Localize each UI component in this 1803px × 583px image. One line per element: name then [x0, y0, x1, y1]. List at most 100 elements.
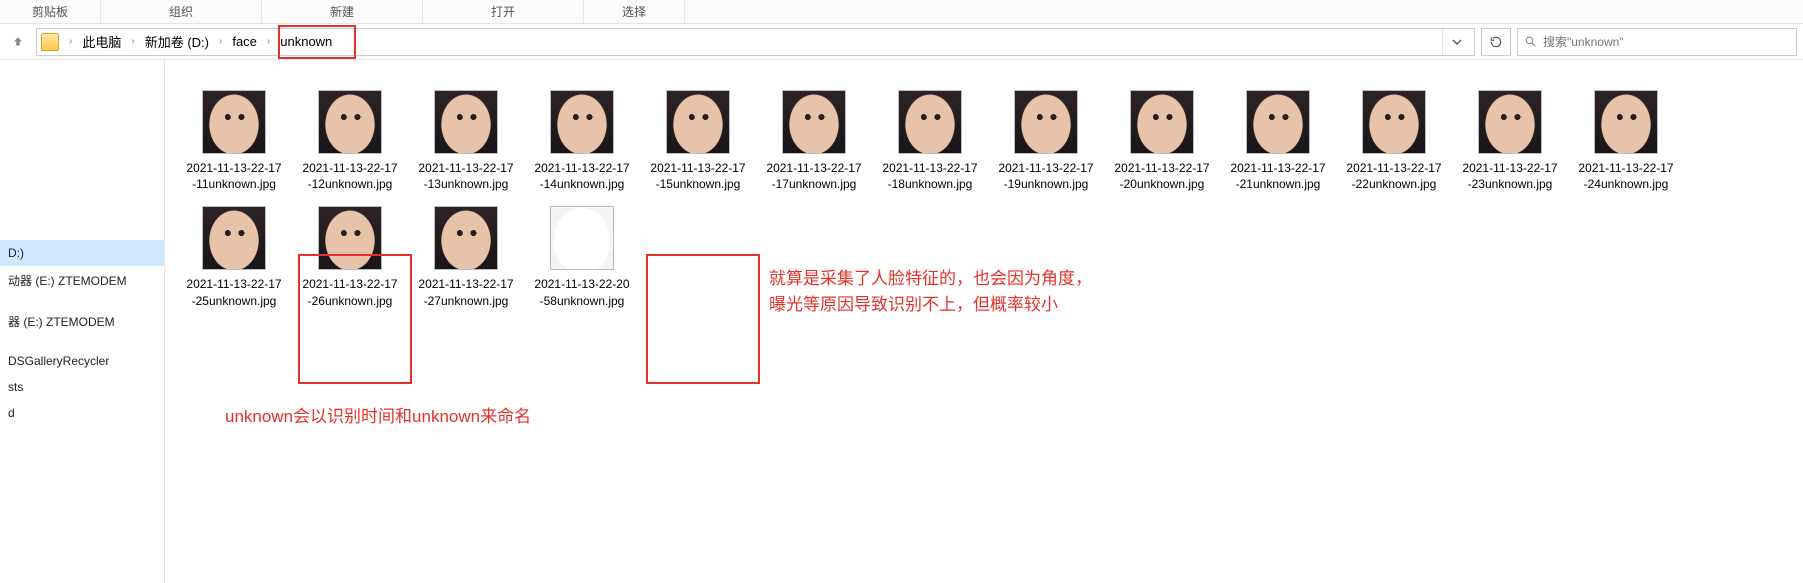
- chevron-down-icon: [1452, 37, 1462, 47]
- file-item[interactable]: 2021-11-13-22-17-19unknown.jpg: [997, 90, 1095, 192]
- sidebar-item[interactable]: [0, 295, 164, 307]
- file-name: 2021-11-13-22-17-12unknown.jpg: [301, 160, 399, 192]
- file-item[interactable]: 2021-11-13-22-17-14unknown.jpg: [533, 90, 631, 192]
- sidebar-item[interactable]: 动器 (E:) ZTEMODEM: [0, 266, 164, 295]
- search-icon: [1524, 35, 1537, 48]
- face-image-icon: [1595, 91, 1657, 153]
- divider: [684, 0, 685, 23]
- breadcrumb-dropdown[interactable]: [1442, 29, 1470, 55]
- file-item[interactable]: 2021-11-13-22-17-13unknown.jpg: [417, 90, 515, 192]
- breadcrumb-item[interactable]: 此电脑: [78, 30, 125, 53]
- file-item[interactable]: 2021-11-13-22-17-17unknown.jpg: [765, 90, 863, 192]
- sidebar[interactable]: D:)动器 (E:) ZTEMODEM 器 (E:) ZTEMODEM DSGall…: [0, 60, 165, 583]
- face-image-icon: [1363, 91, 1425, 153]
- file-thumbnail: [1246, 90, 1310, 154]
- file-item[interactable]: 2021-11-13-22-17-15unknown.jpg: [649, 90, 747, 192]
- file-item[interactable]: 2021-11-13-22-17-24unknown.jpg: [1577, 90, 1675, 192]
- ribbon-tab-new[interactable]: 新建: [262, 0, 422, 23]
- file-thumbnail: [434, 206, 498, 270]
- ribbon-tab-select[interactable]: 选择: [584, 0, 684, 23]
- search-box[interactable]: [1517, 28, 1797, 56]
- face-image-icon: [899, 91, 961, 153]
- sidebar-item[interactable]: sts: [0, 374, 164, 400]
- arrow-up-icon: [11, 35, 25, 49]
- face-image-icon: [319, 91, 381, 153]
- face-image-icon: [319, 207, 381, 269]
- file-thumbnail: [550, 206, 614, 270]
- chevron-right-icon[interactable]: ›: [215, 36, 226, 47]
- annotation-text: 就算是采集了人脸特征的，也会因为角度，: [769, 266, 1092, 292]
- file-thumbnail: [434, 90, 498, 154]
- file-item[interactable]: 2021-11-13-22-17-22unknown.jpg: [1345, 90, 1443, 192]
- file-name: 2021-11-13-22-17-15unknown.jpg: [649, 160, 747, 192]
- file-thumbnail: [1130, 90, 1194, 154]
- file-name: 2021-11-13-22-17-21unknown.jpg: [1229, 160, 1327, 192]
- file-thumbnail: [202, 206, 266, 270]
- sidebar-item[interactable]: D:): [0, 240, 164, 266]
- file-item[interactable]: 2021-11-13-22-17-26unknown.jpg: [301, 206, 399, 308]
- chevron-right-icon[interactable]: ›: [65, 36, 76, 47]
- ribbon-tab-clipboard[interactable]: 剪贴板: [0, 0, 100, 23]
- face-image-icon: [551, 91, 613, 153]
- file-item[interactable]: 2021-11-13-22-17-25unknown.jpg: [185, 206, 283, 308]
- sidebar-item[interactable]: DSGalleryRecycler: [0, 348, 164, 374]
- file-name: 2021-11-13-22-17-17unknown.jpg: [765, 160, 863, 192]
- file-item[interactable]: 2021-11-13-22-17-18unknown.jpg: [881, 90, 979, 192]
- file-item[interactable]: 2021-11-13-22-17-20unknown.jpg: [1113, 90, 1211, 192]
- breadcrumb[interactable]: › 此电脑 › 新加卷 (D:) › face › unknown: [36, 28, 1475, 56]
- file-grid-area[interactable]: 2021-11-13-22-17-11unknown.jpg 2021-11-13…: [165, 60, 1803, 583]
- file-name: 2021-11-13-22-17-22unknown.jpg: [1345, 160, 1443, 192]
- up-button[interactable]: [6, 29, 30, 55]
- file-name: 2021-11-13-22-17-11unknown.jpg: [185, 160, 283, 192]
- ribbon-tab-open[interactable]: 打开: [423, 0, 583, 23]
- sidebar-item[interactable]: d: [0, 400, 164, 426]
- address-row: › 此电脑 › 新加卷 (D:) › face › unknown: [0, 24, 1803, 60]
- file-thumbnail: [782, 90, 846, 154]
- file-name: 2021-11-13-22-17-25unknown.jpg: [185, 276, 283, 308]
- breadcrumb-item[interactable]: face: [228, 32, 261, 51]
- file-thumbnail: [318, 90, 382, 154]
- file-item[interactable]: 2021-11-13-22-17-11unknown.jpg: [185, 90, 283, 192]
- refresh-icon: [1489, 35, 1503, 49]
- face-image-icon: [551, 207, 613, 269]
- folder-icon: [41, 33, 59, 51]
- ribbon-tabs: 剪贴板 组织 新建 打开 选择: [0, 0, 1803, 24]
- sidebar-item[interactable]: [0, 336, 164, 348]
- file-thumbnail: [318, 206, 382, 270]
- file-item[interactable]: 2021-11-13-22-17-21unknown.jpg: [1229, 90, 1327, 192]
- file-name: 2021-11-13-22-17-13unknown.jpg: [417, 160, 515, 192]
- chevron-right-icon[interactable]: ›: [127, 36, 138, 47]
- search-input[interactable]: [1543, 35, 1790, 49]
- chevron-right-icon[interactable]: ›: [263, 36, 274, 47]
- face-image-icon: [1015, 91, 1077, 153]
- file-thumbnail: [1594, 90, 1658, 154]
- file-item[interactable]: 2021-11-13-22-17-12unknown.jpg: [301, 90, 399, 192]
- face-image-icon: [435, 207, 497, 269]
- file-name: 2021-11-13-22-17-19unknown.jpg: [997, 160, 1095, 192]
- file-thumbnail: [898, 90, 962, 154]
- annotation-text: unknown会以识别时间和unknown来命名: [225, 404, 531, 430]
- file-thumbnail: [550, 90, 614, 154]
- file-name: 2021-11-13-22-17-23unknown.jpg: [1461, 160, 1559, 192]
- annotation-text: 曝光等原因导致识别不上，但概率较小: [769, 292, 1058, 318]
- file-name: 2021-11-13-22-17-27unknown.jpg: [417, 276, 515, 308]
- face-image-icon: [1131, 91, 1193, 153]
- file-item[interactable]: 2021-11-13-22-20-58unknown.jpg: [533, 206, 631, 308]
- file-thumbnail: [1362, 90, 1426, 154]
- breadcrumb-item[interactable]: 新加卷 (D:): [141, 30, 213, 53]
- file-item[interactable]: 2021-11-13-22-17-23unknown.jpg: [1461, 90, 1559, 192]
- refresh-button[interactable]: [1481, 28, 1511, 56]
- ribbon-tab-organize[interactable]: 组织: [101, 0, 261, 23]
- sidebar-item[interactable]: 器 (E:) ZTEMODEM: [0, 307, 164, 336]
- face-image-icon: [203, 207, 265, 269]
- main: D:)动器 (E:) ZTEMODEM 器 (E:) ZTEMODEM DSGall…: [0, 60, 1803, 583]
- face-image-icon: [667, 91, 729, 153]
- file-thumbnail: [202, 90, 266, 154]
- file-thumbnail: [666, 90, 730, 154]
- breadcrumb-item-current[interactable]: unknown: [276, 32, 336, 51]
- file-item[interactable]: 2021-11-13-22-17-27unknown.jpg: [417, 206, 515, 308]
- face-image-icon: [1479, 91, 1541, 153]
- face-image-icon: [1247, 91, 1309, 153]
- file-thumbnail: [1014, 90, 1078, 154]
- file-name: 2021-11-13-22-17-26unknown.jpg: [301, 276, 399, 308]
